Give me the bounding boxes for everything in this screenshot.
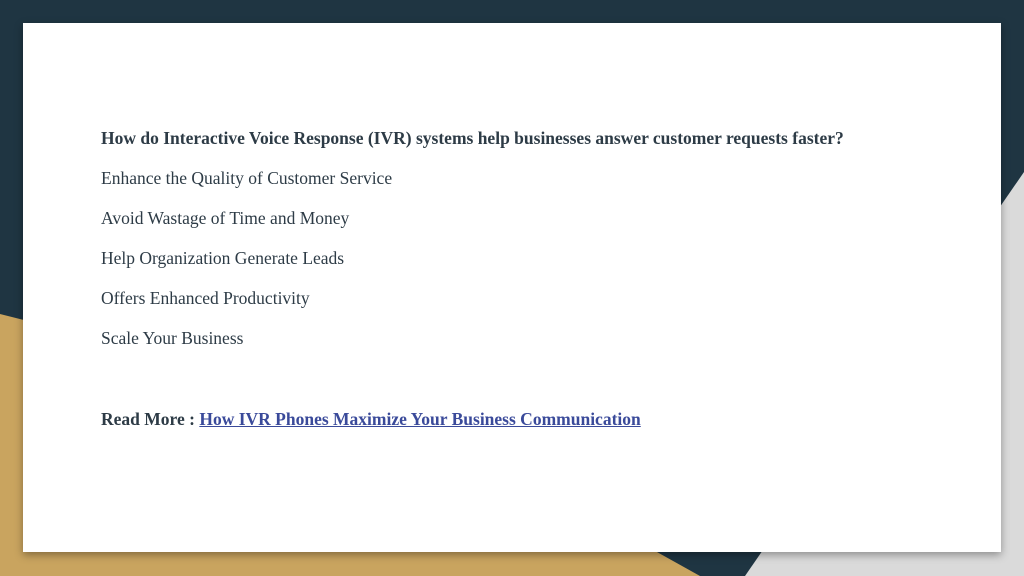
benefit-item-4: Offers Enhanced Productivity xyxy=(101,288,310,308)
slide-card: How do Interactive Voice Response (IVR) … xyxy=(23,23,1001,552)
read-more-line: Read More : How IVR Phones Maximize Your… xyxy=(101,407,941,431)
question-heading: How do Interactive Voice Response (IVR) … xyxy=(101,128,844,148)
benefit-item-3: Help Organization Generate Leads xyxy=(101,248,345,268)
benefit-item-2: Avoid Wastage of Time and Money xyxy=(101,208,350,228)
benefit-item-5: Scale Your Business xyxy=(101,328,244,348)
read-more-link[interactable]: How IVR Phones Maximize Your Business Co… xyxy=(199,409,640,429)
benefit-item-1: Enhance the Quality of Customer Service xyxy=(101,168,393,188)
read-more-label: Read More : xyxy=(101,409,195,429)
slide-content: How do Interactive Voice Response (IVR) … xyxy=(101,126,941,431)
